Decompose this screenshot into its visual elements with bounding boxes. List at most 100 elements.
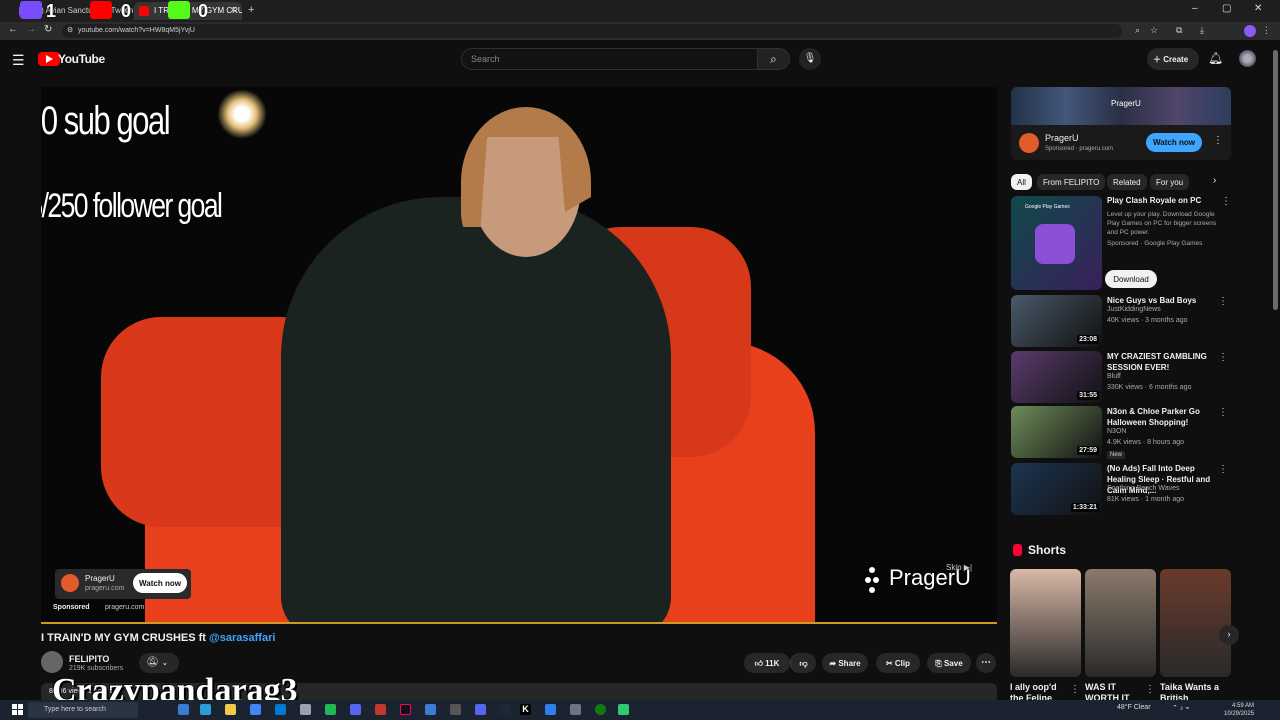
browser-menu-icon[interactable]: ⋮ — [1262, 25, 1271, 36]
video-thumbnail[interactable]: 27:59 — [1011, 406, 1102, 458]
chip-from-felipito[interactable]: From FELIPITO — [1037, 174, 1106, 190]
app-icon[interactable] — [618, 704, 629, 715]
tiktok-icon[interactable] — [400, 704, 411, 715]
page-scrollbar[interactable] — [1273, 50, 1278, 310]
skip-ad-button[interactable]: Skip ▶| — [946, 563, 972, 572]
recommendation-item[interactable]: 27:59 N3on & Chloe Parker Go Halloween Sh… — [1011, 406, 1231, 459]
chip-all[interactable]: All — [1011, 174, 1032, 190]
search-button[interactable]: ⌕ — [757, 48, 790, 70]
save-button[interactable]: ⎘ Save — [927, 653, 971, 673]
steam-icon[interactable] — [500, 704, 511, 715]
clip-button[interactable]: ✂ Clip — [876, 653, 920, 673]
recommendation-channel[interactable]: N3ON — [1107, 428, 1126, 435]
short-title[interactable]: Taika Wants a British — [1160, 682, 1220, 700]
weather-widget[interactable]: 48°F Clear — [1117, 704, 1151, 711]
title-mention-link[interactable]: @sarasaffari — [209, 632, 275, 644]
video-player[interactable]: 1/10 sub goal 165/250 follower goal Prag… — [41, 87, 997, 624]
channel-avatar[interactable] — [41, 651, 63, 673]
app-icon[interactable] — [350, 704, 361, 715]
more-dots-icon[interactable]: ⋮ — [1221, 196, 1231, 207]
app-icon[interactable] — [545, 704, 556, 715]
new-tab-button[interactable]: + — [248, 4, 254, 16]
search-input[interactable]: Search — [461, 48, 758, 70]
recommendation-channel[interactable]: Bluff — [1107, 373, 1121, 380]
shorts-next-button[interactable]: › — [1219, 625, 1239, 645]
back-icon[interactable]: ← — [8, 24, 18, 35]
recommendation-item[interactable]: 23:08 Nice Guys vs Bad Boys JustKiddingNew… — [1011, 295, 1231, 347]
like-button[interactable]: 👍︎ 11K — [744, 653, 790, 673]
more-dots-icon[interactable]: ⋮ — [1213, 135, 1223, 146]
app-icon[interactable] — [570, 704, 581, 715]
recommendation-title[interactable]: N3on & Chloe Parker Go Halloween Shoppin… — [1107, 406, 1219, 428]
spotify-icon[interactable] — [325, 704, 336, 715]
recommendation-title[interactable]: Nice Guys vs Bad Boys — [1107, 295, 1219, 306]
recommendation-channel[interactable]: JustKiddingNews — [1107, 306, 1161, 313]
system-tray-icons[interactable]: ⌃ ♪ ⌁ — [1172, 704, 1189, 712]
extensions-icon[interactable]: ⧉ — [1176, 25, 1182, 36]
address-bar[interactable]: ⚙ youtube.com/watch?v=HW8qM5jYvjU — [62, 24, 1122, 38]
hamburger-menu-icon[interactable]: ☰ — [12, 52, 25, 69]
notifications-bell-icon[interactable]: 🔔︎ — [1208, 51, 1223, 65]
more-dots-icon[interactable]: ⋮ — [1145, 684, 1155, 695]
more-actions-button[interactable]: ⋯ — [976, 653, 996, 673]
more-dots-icon[interactable]: ⋮ — [1218, 464, 1228, 475]
share-button[interactable]: ➦ Share — [822, 653, 868, 673]
short-title[interactable]: WAS IT WORTH IT — [1085, 682, 1145, 700]
short-thumbnail[interactable] — [1160, 569, 1231, 677]
dislike-button[interactable]: 👎︎ — [790, 653, 816, 673]
app-icon[interactable] — [425, 704, 436, 715]
short-title[interactable]: I ally oop'd the Feline — [1010, 682, 1070, 700]
sidebar-ad[interactable]: PragerU PragerU Sponsored · prageru.com … — [1011, 87, 1231, 160]
more-dots-icon[interactable]: ⋮ — [1070, 684, 1080, 695]
voice-search-button[interactable]: 🎙 — [799, 48, 821, 70]
video-thumbnail[interactable]: 23:08 — [1011, 295, 1102, 347]
recommendation-title[interactable]: MY CRAZIEST GAMBLING SESSION EVER! — [1107, 351, 1219, 373]
video-thumbnail[interactable]: 31:55 — [1011, 351, 1102, 403]
video-thumbnail[interactable]: 1:33:21 — [1011, 463, 1102, 515]
bookmark-star-icon[interactable]: ☆ — [1150, 25, 1158, 36]
recommendation-item[interactable]: 31:55 MY CRAZIEST GAMBLING SESSION EVER! B… — [1011, 351, 1231, 403]
ad-url-link[interactable]: prageru.com — [105, 604, 144, 611]
store-icon[interactable] — [275, 704, 286, 715]
chrome-active-icon[interactable] — [300, 704, 311, 715]
promo-download-button[interactable]: Download — [1105, 270, 1157, 288]
more-dots-icon[interactable]: ⋮ — [1218, 407, 1228, 418]
app-icon[interactable] — [375, 704, 386, 715]
youtube-logo-icon[interactable] — [38, 52, 60, 66]
youtube-logo-text[interactable]: YouTube — [58, 52, 105, 66]
promo-card[interactable]: Google Play Games Play Clash Royale on P… — [1011, 196, 1231, 290]
windows-start-icon[interactable] — [12, 704, 24, 716]
chrome-icon[interactable] — [250, 704, 261, 715]
ad-watch-now-button[interactable]: Watch now — [133, 573, 187, 593]
account-avatar[interactable] — [1239, 50, 1256, 67]
taskbar-search-input[interactable]: Type here to search — [28, 702, 138, 718]
file-explorer-icon[interactable] — [225, 704, 236, 715]
more-dots-icon[interactable]: ⋮ — [1218, 296, 1228, 307]
short-thumbnail[interactable] — [1085, 569, 1156, 677]
downloads-icon[interactable]: ⤓ — [1200, 25, 1204, 36]
forward-icon[interactable]: → — [26, 24, 36, 35]
discord-icon[interactable] — [475, 704, 486, 715]
maximize-button[interactable]: ▢ — [1222, 3, 1231, 14]
ad-progress-bar[interactable] — [41, 622, 997, 624]
sidebar-ad-banner[interactable]: PragerU — [1011, 87, 1231, 125]
reload-icon[interactable]: ↻ — [44, 24, 52, 35]
more-dots-icon[interactable]: ⋮ — [1218, 352, 1228, 363]
subscribed-notifications-button[interactable]: 🔕︎ ⌄ — [139, 653, 179, 673]
edge-icon[interactable] — [200, 704, 211, 715]
recommendation-item[interactable]: 1:33:21 (No Ads) Fall Into Deep Healing S… — [1011, 463, 1231, 515]
zoom-icon[interactable]: ⌕ — [1135, 25, 1140, 36]
sidebar-ad-watch-button[interactable]: Watch now — [1146, 133, 1202, 152]
channel-name[interactable]: FELIPITO — [69, 654, 109, 664]
chevron-right-icon[interactable]: › — [1213, 175, 1216, 186]
promo-thumbnail[interactable]: Google Play Games — [1011, 196, 1102, 290]
chip-for-you[interactable]: For you — [1150, 174, 1190, 190]
minimize-button[interactable]: – — [1192, 3, 1198, 14]
site-info-icon[interactable]: ⚙ — [67, 26, 73, 34]
kick-icon[interactable]: K — [520, 704, 531, 715]
create-button[interactable]: ＋ Create — [1147, 48, 1199, 70]
close-window-button[interactable]: ✕ — [1254, 3, 1262, 14]
task-view-icon[interactable] — [178, 704, 189, 715]
app-icon[interactable] — [450, 704, 461, 715]
taskbar-clock[interactable]: 4:59 AM 10/29/2025 — [1224, 702, 1254, 718]
